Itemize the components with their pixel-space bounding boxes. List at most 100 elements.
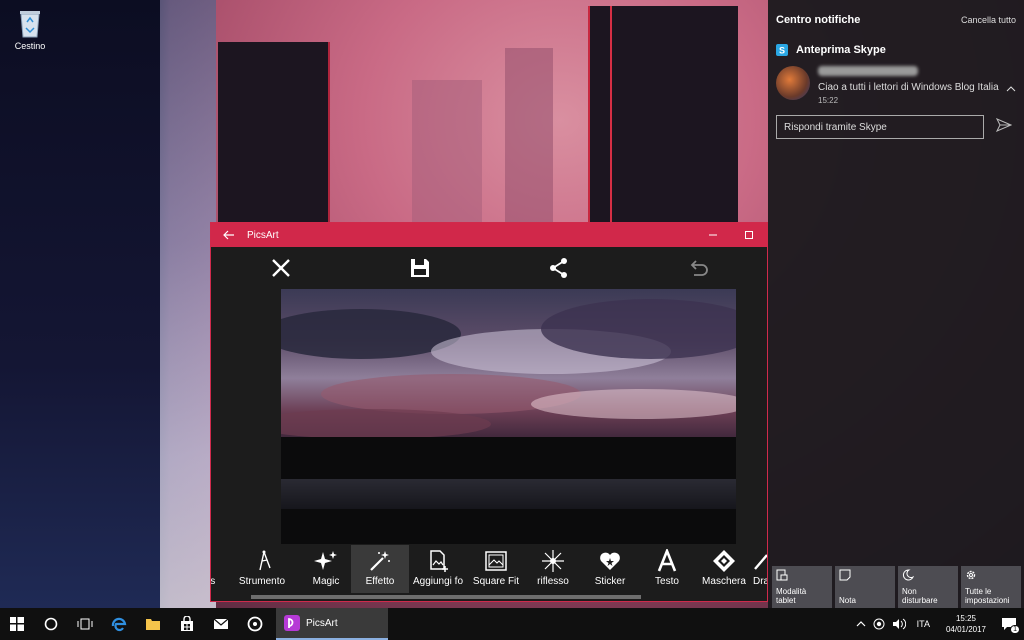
quick-action-quiet-hours[interactable]: Non disturbare <box>898 566 958 608</box>
system-tray: ITA 15:25 04/01/2017 1 <box>853 608 1024 640</box>
close-icon <box>271 259 290 277</box>
note-icon <box>839 569 851 581</box>
volume-button[interactable] <box>889 608 909 640</box>
groove-music-icon <box>247 616 263 632</box>
send-icon <box>995 117 1013 132</box>
start-button[interactable] <box>0 608 34 640</box>
maximize-icon <box>745 231 753 239</box>
maximize-button[interactable] <box>731 223 767 247</box>
quick-action-note[interactable]: Nota <box>835 566 895 608</box>
language-indicator[interactable]: ITA <box>909 619 938 629</box>
store-bag-icon <box>181 616 193 631</box>
close-editor-button[interactable] <box>211 247 350 289</box>
notification-time: 15:22 <box>818 96 839 105</box>
share-icon <box>549 258 567 278</box>
lens-flare-icon <box>541 549 565 573</box>
tool-testo[interactable]: Testo <box>639 545 695 593</box>
tray-location-button[interactable] <box>869 608 889 640</box>
tool-sticker[interactable]: Sticker <box>581 545 639 593</box>
clock[interactable]: 15:25 04/01/2017 <box>938 613 994 635</box>
photo-canvas[interactable] <box>281 289 736 544</box>
sparkle-icon <box>314 549 338 573</box>
magic-wand-icon <box>368 549 392 573</box>
windows-logo-icon <box>10 617 24 631</box>
tool-magic[interactable]: Magic <box>301 545 351 593</box>
tools-strip: ns Strumento Magic Effetto Aggiungi fo <box>211 545 767 593</box>
save-button[interactable] <box>350 247 489 289</box>
task-view-icon <box>77 618 93 630</box>
task-view-button[interactable] <box>68 608 102 640</box>
square-fit-icon <box>484 549 508 573</box>
quick-action-all-settings[interactable]: Tutte le impostazioni <box>961 566 1021 608</box>
tool-riflesso[interactable]: riflesso <box>525 545 581 593</box>
sender-name-blurred <box>818 66 918 76</box>
action-center-title: Centro notifiche <box>776 14 861 26</box>
tool-maschera[interactable]: Maschera <box>695 545 753 593</box>
notification-app-name: Anteprima Skype <box>796 44 886 56</box>
tool-strumento[interactable]: Strumento <box>223 545 301 593</box>
compass-icon <box>250 549 274 573</box>
tool-effetto[interactable]: Effetto <box>351 545 409 593</box>
taskbar-groove-music[interactable] <box>238 608 272 640</box>
draw-icon <box>753 549 767 573</box>
taskbar-mail[interactable] <box>204 608 238 640</box>
cortana-circle-icon <box>44 617 58 631</box>
clear-all-link[interactable]: Cancella tutto <box>961 15 1016 25</box>
back-arrow-icon <box>223 230 234 240</box>
notification-group-header[interactable]: S Anteprima Skype <box>768 26 1024 56</box>
scrollbar-thumb[interactable] <box>251 595 641 599</box>
chevron-up-icon[interactable] <box>1006 84 1016 94</box>
picsart-window: PicsArt s Strumento Magic Effetto Aggiun… <box>210 222 768 602</box>
running-app-label: PicsArt <box>306 617 338 629</box>
picsart-app-icon <box>284 615 300 631</box>
location-target-icon <box>873 618 885 630</box>
recycle-bin-icon <box>17 8 43 38</box>
minimize-icon <box>709 234 717 236</box>
quick-actions: Modalità tablet Nota Non disturbare Tutt… <box>772 566 1021 608</box>
add-photo-icon <box>426 549 450 573</box>
undo-button[interactable] <box>628 247 767 289</box>
skype-icon: S <box>776 44 788 56</box>
folder-icon <box>146 619 160 630</box>
tool-partial[interactable]: ns <box>211 545 223 593</box>
tool-draw[interactable]: Dra <box>753 545 767 593</box>
taskbar-file-explorer[interactable] <box>136 608 170 640</box>
window-titlebar: PicsArt <box>211 223 767 247</box>
share-button[interactable] <box>489 247 628 289</box>
clock-time: 15:25 <box>955 614 976 623</box>
tools-scrollbar[interactable] <box>211 593 767 601</box>
back-button[interactable] <box>211 223 247 247</box>
reply-input[interactable] <box>776 115 984 139</box>
window-title: PicsArt <box>247 229 279 241</box>
tool-aggiungi-foto[interactable]: Aggiungi fo <box>409 545 467 593</box>
minimize-button[interactable] <box>695 223 731 247</box>
quick-action-tablet-mode[interactable]: Modalità tablet <box>772 566 832 608</box>
send-button[interactable] <box>995 117 1013 137</box>
svg-text:S: S <box>779 46 785 56</box>
save-icon <box>410 259 429 277</box>
taskbar-store[interactable] <box>170 608 204 640</box>
desktop-icon-recycle-bin[interactable]: Cestino <box>8 8 52 51</box>
chevron-up-icon <box>856 621 866 627</box>
taskbar-edge[interactable] <box>102 608 136 640</box>
editor-toolbar <box>211 247 767 289</box>
tablet-mode-icon <box>776 569 788 581</box>
taskbar-running-picsart[interactable]: PicsArt <box>276 608 388 640</box>
text-icon <box>655 549 679 573</box>
mask-icon <box>712 549 736 573</box>
edge-browser-icon <box>111 617 127 632</box>
taskbar: PicsArt ITA 15:25 04/01/2017 1 <box>0 608 1024 640</box>
volume-icon <box>892 618 906 630</box>
notification-message: Ciao a tutti i lettori di Windows Blog I… <box>818 82 999 93</box>
tool-square-fit[interactable]: Square Fit <box>467 545 525 593</box>
avatar <box>776 66 810 100</box>
action-center-button[interactable]: 1 <box>994 608 1024 640</box>
show-hidden-icons-button[interactable] <box>853 608 869 640</box>
cortana-button[interactable] <box>34 608 68 640</box>
clock-date: 04/01/2017 <box>945 625 986 634</box>
moon-icon <box>902 569 914 581</box>
notification-item[interactable]: Ciao a tutti i lettori di Windows Blog I… <box>768 56 1024 105</box>
sticker-heart-icon <box>598 549 622 573</box>
mail-icon <box>213 618 229 629</box>
gear-icon <box>966 570 976 580</box>
